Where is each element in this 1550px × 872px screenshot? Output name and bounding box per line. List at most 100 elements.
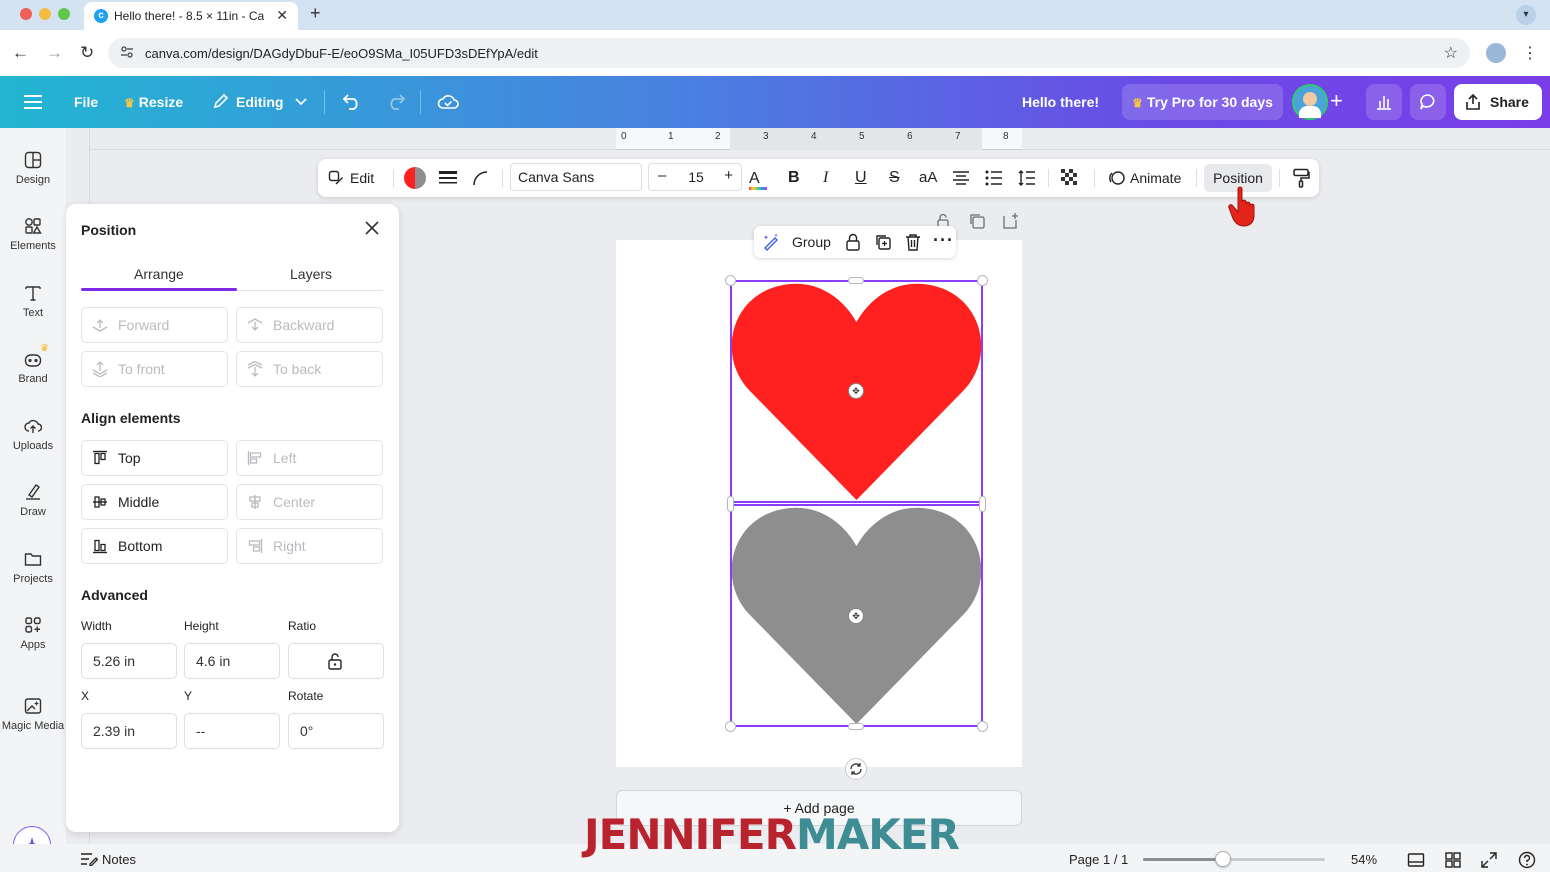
add-collaborator-plus-icon[interactable]: + [1330,88,1343,114]
align-top-button[interactable]: Top [81,440,228,476]
page-indicator[interactable]: Page 1 / 1 [1069,852,1128,867]
to-front-button[interactable]: To front [81,351,228,387]
rail-item-elements[interactable]: Elements [0,217,66,277]
file-menu-button[interactable]: File [74,76,98,128]
move-handle-icon[interactable]: ✥ [848,383,864,399]
transparency-icon[interactable] [1061,169,1079,187]
minimize-window-button[interactable] [39,8,51,20]
bold-button[interactable]: B [788,159,800,197]
to-back-button[interactable]: To back [236,351,383,387]
resize-handle-top[interactable] [848,277,864,284]
tab-arrange[interactable]: Arrange [134,266,184,282]
text-color-button[interactable]: A [749,159,767,197]
zoom-slider[interactable] [1143,858,1325,861]
resize-handle-bottom-right[interactable] [977,721,988,732]
resize-button[interactable]: ♛ Resize [124,76,183,128]
y-position-field[interactable]: -- [184,713,280,749]
rotate-handle[interactable] [845,758,867,780]
site-settings-icon[interactable] [120,45,134,59]
rail-item-uploads[interactable]: Uploads [0,417,66,477]
user-avatar[interactable] [1292,84,1328,120]
align-middle-button[interactable]: Middle [81,484,228,520]
rail-item-apps[interactable]: Apps [0,616,66,676]
rail-item-magic-media[interactable]: Magic Media [0,697,66,757]
resize-handle-top-left[interactable] [725,275,736,286]
border-style-icon[interactable] [439,170,457,186]
height-field[interactable]: 4.6 in [184,643,280,679]
italic-button[interactable]: I [823,159,828,197]
comments-button[interactable] [1410,84,1446,120]
letter-case-button[interactable]: aA [919,159,937,197]
forward-button[interactable]: Forward [81,307,228,343]
rail-item-text[interactable]: Text [0,284,66,344]
x-position-field[interactable]: 2.39 in [81,713,177,749]
rail-item-draw[interactable]: Draw [0,483,66,543]
fullscreen-icon[interactable] [1480,851,1498,869]
tab-close-icon[interactable]: ✕ [276,7,288,24]
list-bullets-icon[interactable] [985,170,1003,186]
move-handle-icon[interactable]: ✥ [848,608,864,624]
rotate-field[interactable]: 0° [288,713,384,749]
add-page-icon[interactable] [1001,212,1019,230]
undo-icon[interactable] [342,93,362,111]
magic-edit-icon[interactable] [762,233,780,251]
corner-rounding-icon[interactable] [472,170,488,186]
align-left-button[interactable]: Left [236,440,383,476]
width-field[interactable]: 5.26 in [81,643,177,679]
new-tab-button[interactable]: + [310,3,321,24]
edit-button[interactable]: Edit [328,159,374,197]
underline-button[interactable]: U [855,159,867,197]
page-view-icon[interactable] [1407,851,1425,869]
text-align-icon[interactable] [952,171,970,185]
browser-menu-icon[interactable]: ⋮ [1522,43,1538,63]
editing-mode-button[interactable]: Editing [212,76,307,128]
tab-layers[interactable]: Layers [290,266,332,282]
rail-item-design[interactable]: Design [0,151,66,211]
duplicate-page-icon[interactable] [968,212,986,230]
resize-handle-bottom-left[interactable] [725,721,736,732]
align-bottom-button[interactable]: Bottom [81,528,228,564]
more-options-icon[interactable]: ··· [933,231,954,249]
backward-button[interactable]: Backward [236,307,383,343]
insights-button[interactable] [1366,84,1402,120]
zoom-slider-thumb[interactable] [1215,851,1232,867]
resize-handle-bottom[interactable] [848,723,864,730]
back-arrow-icon[interactable]: ← [12,43,29,63]
copy-style-paint-roller-icon[interactable] [1292,168,1310,188]
resize-handle-right[interactable] [979,496,986,512]
help-icon[interactable] [1518,851,1536,869]
animate-button[interactable]: Animate [1108,159,1181,197]
browser-tab[interactable]: c Hello there! - 8.5 × 11in - Can ✕ [84,2,298,30]
browser-profile-avatar[interactable] [1486,43,1506,63]
trash-icon[interactable] [904,233,922,251]
align-center-button[interactable]: Center [236,484,383,520]
bookmark-star-icon[interactable]: ☆ [1444,43,1458,63]
close-panel-icon[interactable] [364,220,380,236]
forward-arrow-icon[interactable]: → [46,43,63,63]
try-pro-button[interactable]: ♛ Try Pro for 30 days [1122,84,1283,120]
zoom-level[interactable]: 54% [1351,852,1377,867]
font-family-select[interactable]: Canva Sans [510,163,642,191]
cloud-saved-icon[interactable] [437,93,459,111]
group-button[interactable]: Group [792,226,831,258]
resize-handle-left[interactable] [727,496,734,512]
lock-icon[interactable] [844,233,862,251]
align-right-button[interactable]: Right [236,528,383,564]
reload-icon[interactable]: ↻ [80,43,94,63]
strikethrough-button[interactable]: S [889,159,900,197]
duplicate-icon[interactable] [874,233,892,251]
spacing-icon[interactable] [1018,169,1036,187]
maximize-window-button[interactable] [58,8,70,20]
fill-color-swatch[interactable] [404,167,426,189]
menu-hamburger-icon[interactable] [24,95,42,109]
tab-search-icon[interactable]: ▾ [1516,5,1536,25]
share-button[interactable]: Share [1454,84,1542,120]
grid-view-icon[interactable] [1444,851,1462,869]
redo-icon[interactable] [386,93,406,111]
ratio-lock-button[interactable] [288,643,384,679]
notes-button[interactable]: Notes [80,852,136,867]
font-size-increase-button[interactable]: + [724,167,733,184]
close-window-button[interactable] [20,8,32,20]
resize-handle-top-right[interactable] [977,275,988,286]
rail-item-brand[interactable]: ♛ Brand [0,343,66,410]
